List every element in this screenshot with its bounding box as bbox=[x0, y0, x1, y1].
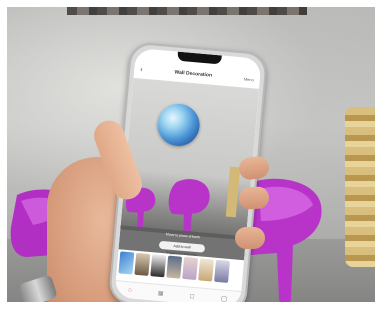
thumbnail-7[interactable] bbox=[214, 259, 230, 283]
home-icon: ⌂ bbox=[127, 287, 132, 294]
thumbnail-3[interactable] bbox=[150, 254, 167, 278]
app-title: Wall Decoration bbox=[174, 69, 213, 79]
photo: ‹ Wall Decoration Menu Move to place art… bbox=[7, 7, 375, 302]
menu-button[interactable]: Menu bbox=[244, 76, 254, 82]
chevron-left-icon[interactable]: ‹ bbox=[140, 66, 143, 73]
tab-profile[interactable]: ◯ bbox=[220, 295, 227, 302]
thumbnail-5[interactable] bbox=[182, 256, 199, 281]
round-artwork[interactable] bbox=[155, 102, 202, 148]
top-decor-strip bbox=[67, 7, 307, 15]
thumbnail-6[interactable] bbox=[198, 258, 214, 282]
tab-home[interactable]: ⌂ bbox=[128, 287, 132, 293]
user-icon: ◯ bbox=[220, 295, 228, 302]
bag-icon: ◻ bbox=[189, 293, 195, 300]
thumbnail-4[interactable] bbox=[166, 255, 183, 279]
thumbnail-1[interactable] bbox=[118, 251, 135, 275]
finger-3 bbox=[235, 227, 265, 249]
ar-camera-view[interactable] bbox=[120, 77, 260, 241]
grid-icon: ▦ bbox=[157, 290, 164, 297]
brass-lamp bbox=[345, 107, 375, 267]
tab-grid[interactable]: ▦ bbox=[158, 289, 164, 296]
phone-notch bbox=[177, 51, 222, 65]
thumbnail-2[interactable] bbox=[134, 252, 151, 276]
tab-bag[interactable]: ◻ bbox=[189, 292, 195, 299]
